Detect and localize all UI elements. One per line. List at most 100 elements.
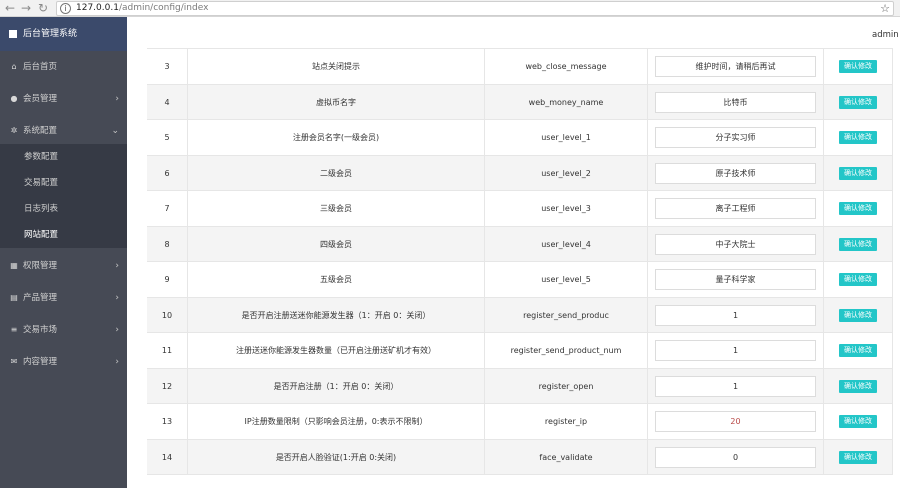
sidebar-item-products[interactable]: ▤ 产品管理 › bbox=[0, 282, 127, 314]
row-action-cell: 确认修改 bbox=[823, 191, 893, 226]
user-menu[interactable]: admin bbox=[872, 29, 900, 41]
sidebar-item-members[interactable]: ● 会员管理 › bbox=[0, 83, 127, 115]
sidebar-item-label: 内容管理 bbox=[23, 357, 58, 367]
sidebar-item-market[interactable]: ≡ 交易市场 › bbox=[0, 314, 127, 346]
chevron-right-icon: › bbox=[115, 357, 119, 367]
row-key: user_level_2 bbox=[484, 155, 647, 191]
submenu-item-site[interactable]: 网站配置 bbox=[0, 222, 127, 248]
table-row: 7 三级会员 user_level_3 离子工程师 确认修改 bbox=[147, 191, 893, 227]
row-id: 6 bbox=[164, 168, 170, 178]
envelope-icon: ✉ bbox=[10, 357, 18, 366]
star-icon[interactable]: ☆ bbox=[880, 2, 890, 15]
row-value-cell: 量子科学家 bbox=[647, 262, 823, 297]
row-name: 二级会员 bbox=[187, 155, 484, 191]
sidebar-item-content[interactable]: ✉ 内容管理 › bbox=[0, 346, 127, 378]
value-input[interactable]: 0 bbox=[655, 446, 816, 468]
submenu-item-label: 参数配置 bbox=[24, 152, 59, 162]
value-input[interactable]: 原子技术师 bbox=[655, 162, 816, 184]
row-action-cell: 确认修改 bbox=[823, 155, 893, 191]
address-bar[interactable]: i 127.0.0.1/admin/config/index ☆ bbox=[56, 1, 894, 16]
row-name: 三级会员 bbox=[187, 191, 484, 226]
confirm-edit-button[interactable]: 确认修改 bbox=[839, 166, 877, 180]
row-value-cell: 离子工程师 bbox=[647, 191, 823, 226]
row-key: register_send_product_num bbox=[484, 333, 647, 368]
row-action-cell: 确认修改 bbox=[823, 404, 893, 439]
value-input[interactable]: 比特币 bbox=[655, 91, 816, 113]
confirm-edit-button[interactable]: 确认修改 bbox=[839, 415, 877, 428]
row-value-cell: 中子大院士 bbox=[647, 226, 823, 262]
brand-logo-icon bbox=[9, 30, 17, 38]
value-input[interactable]: 分子实习师 bbox=[655, 127, 816, 148]
confirm-edit-button[interactable]: 确认修改 bbox=[839, 202, 877, 215]
sidebar-item-label: 权限管理 bbox=[23, 261, 58, 271]
submenu-item-logs[interactable]: 日志列表 bbox=[0, 196, 127, 222]
row-id: 7 bbox=[164, 204, 170, 213]
table-row: 5 注册会员名字(一级会员) user_level_1 分子实习师 确认修改 bbox=[147, 120, 893, 156]
confirm-edit-button[interactable]: 确认修改 bbox=[839, 60, 877, 73]
row-name: 是否开启人脸验证(1:开启 0:关闭) bbox=[187, 439, 484, 475]
submenu-item-params[interactable]: 参数配置 bbox=[0, 144, 127, 170]
value-input[interactable]: 中子大院士 bbox=[655, 233, 816, 255]
confirm-edit-button[interactable]: 确认修改 bbox=[839, 379, 877, 393]
row-key: register_ip bbox=[484, 404, 647, 439]
arrow-left-icon[interactable]: ← bbox=[3, 1, 17, 16]
row-key: face_validate bbox=[484, 439, 647, 475]
row-id: 14 bbox=[161, 452, 173, 462]
value-input[interactable]: 1 bbox=[655, 304, 816, 326]
confirm-edit-button[interactable]: 确认修改 bbox=[839, 131, 877, 144]
url-host: 127.0.0.1 bbox=[76, 3, 119, 13]
confirm-edit-button[interactable]: 确认修改 bbox=[839, 450, 877, 464]
row-key: user_level_5 bbox=[484, 262, 647, 297]
sidebar-item-label: 产品管理 bbox=[23, 293, 58, 303]
table-row: 9 五级会员 user_level_5 量子科学家 确认修改 bbox=[147, 262, 893, 298]
submenu-item-label: 日志列表 bbox=[24, 204, 59, 214]
row-action-cell: 确认修改 bbox=[823, 439, 893, 475]
arrow-right-icon[interactable]: → bbox=[19, 1, 33, 16]
list-icon: ▤ bbox=[10, 293, 18, 302]
value-input[interactable]: 维护时间，请稍后再试 bbox=[655, 56, 816, 77]
url-text: 127.0.0.1/admin/config/index bbox=[76, 2, 208, 15]
sidebar-item-home[interactable]: ⌂ 后台首页 bbox=[0, 51, 127, 83]
row-value-cell: 20 bbox=[647, 404, 823, 439]
row-id: 8 bbox=[164, 239, 170, 249]
table-row: 8 四级会员 user_level_4 中子大院士 确认修改 bbox=[147, 226, 893, 262]
sidebar-item-label: 交易市场 bbox=[23, 325, 58, 335]
confirm-edit-button[interactable]: 确认修改 bbox=[839, 237, 877, 251]
row-name: IP注册数量限制（只影响会员注册，0:表示不限制） bbox=[187, 404, 484, 439]
brand-title: 后台管理系统 bbox=[23, 29, 78, 39]
info-icon[interactable]: i bbox=[60, 3, 71, 14]
submenu-item-label: 交易配置 bbox=[24, 178, 59, 188]
row-name: 注册送迷你能源发生器数量（已开启注册送矿机才有效） bbox=[187, 333, 484, 368]
gears-icon: ✲ bbox=[10, 126, 18, 135]
row-value-cell: 0 bbox=[647, 439, 823, 475]
table-row: 13 IP注册数量限制（只影响会员注册，0:表示不限制） register_ip 20… bbox=[147, 404, 893, 440]
row-action-cell: 确认修改 bbox=[823, 84, 893, 120]
value-input[interactable]: 量子科学家 bbox=[655, 269, 816, 290]
reload-icon[interactable]: ↻ bbox=[36, 1, 50, 16]
submenu-item-label: 网站配置 bbox=[24, 230, 59, 240]
row-action-cell: 确认修改 bbox=[823, 333, 893, 368]
value-input[interactable]: 离子工程师 bbox=[655, 198, 816, 219]
row-id: 13 bbox=[161, 417, 173, 426]
sidebar-item-permissions[interactable]: ▦ 权限管理 › bbox=[0, 250, 127, 282]
row-value-cell: 分子实习师 bbox=[647, 120, 823, 155]
menu-icon: ≡ bbox=[10, 325, 18, 334]
row-action-cell: 确认修改 bbox=[823, 49, 893, 84]
row-id: 5 bbox=[164, 133, 170, 142]
value-input[interactable]: 20 bbox=[655, 411, 816, 432]
value-input[interactable]: 1 bbox=[655, 375, 816, 397]
sidebar: 后台管理系统 ⌂ 后台首页 ● 会员管理 › ✲ 系统配置 ⌄ 参数配置 交易配… bbox=[0, 17, 127, 488]
row-action-cell: 确认修改 bbox=[823, 120, 893, 155]
confirm-edit-button[interactable]: 确认修改 bbox=[839, 344, 877, 357]
value-input[interactable]: 1 bbox=[655, 340, 816, 361]
submenu-item-trade[interactable]: 交易配置 bbox=[0, 170, 127, 196]
chevron-right-icon: › bbox=[115, 293, 119, 303]
row-value-cell: 1 bbox=[647, 333, 823, 368]
confirm-edit-button[interactable]: 确认修改 bbox=[839, 308, 877, 322]
confirm-edit-button[interactable]: 确认修改 bbox=[839, 273, 877, 286]
sidebar-item-system-config[interactable]: ✲ 系统配置 ⌄ bbox=[0, 115, 127, 147]
confirm-edit-button[interactable]: 确认修改 bbox=[839, 95, 877, 109]
row-name: 虚拟币名字 bbox=[187, 84, 484, 120]
table-row: 6 二级会员 user_level_2 原子技术师 确认修改 bbox=[147, 155, 893, 191]
grid-icon: ▦ bbox=[10, 261, 18, 270]
